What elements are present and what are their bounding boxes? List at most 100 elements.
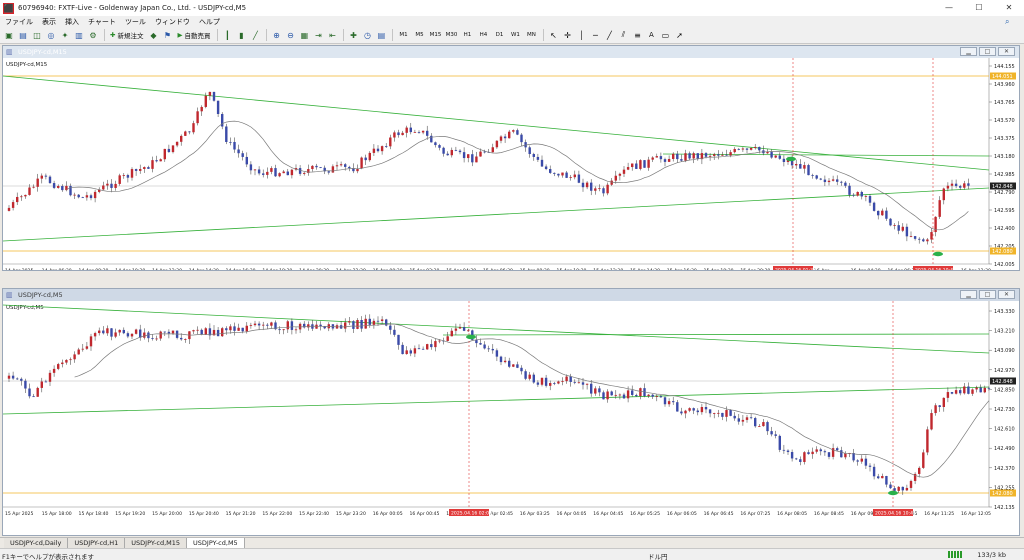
menu-insert[interactable]: 挿入 xyxy=(65,17,79,27)
time-tick-label: 15 Apr 18:00 xyxy=(42,511,72,517)
status-profile: ドル円 xyxy=(648,553,668,560)
chart-minimize-button[interactable]: ▁ xyxy=(960,47,977,56)
candle-body xyxy=(905,226,909,237)
candle-body xyxy=(749,147,753,150)
candle-body xyxy=(233,141,236,150)
timeframe-h1[interactable]: H1 xyxy=(460,29,474,42)
menu-tools[interactable]: ツール xyxy=(125,17,146,27)
profiles-icon[interactable]: ▤ xyxy=(17,29,29,42)
candle-body xyxy=(368,318,371,325)
close-button[interactable]: ✕ xyxy=(994,0,1024,16)
chart-minimize-button[interactable]: ▁ xyxy=(960,290,977,299)
tile-windows-icon[interactable]: ▦ xyxy=(298,29,310,42)
candle-body xyxy=(52,368,56,373)
line-chart-icon[interactable]: ╱ xyxy=(249,29,261,42)
timeframe-m1[interactable]: M1 xyxy=(396,29,410,42)
tab-usdjpy-h1[interactable]: USDJPY-cd,H1 xyxy=(68,538,126,548)
price-tick-label: 142.970 xyxy=(994,368,1015,374)
candle-body xyxy=(307,324,310,328)
horizontal-line-icon[interactable]: ─ xyxy=(589,29,601,42)
strategy-tester-icon[interactable]: ⚙ xyxy=(87,29,99,42)
equidistant-channel-icon[interactable]: ⫽ xyxy=(617,29,629,42)
menu-window[interactable]: ウィンドウ xyxy=(155,17,190,27)
periods-icon[interactable]: ◷ xyxy=(361,29,373,42)
timeframe-m15[interactable]: M15 xyxy=(428,29,442,42)
autoscroll-icon[interactable]: ⇥ xyxy=(312,29,324,42)
candle-body xyxy=(438,340,441,342)
chart-maximize-button[interactable]: □ xyxy=(979,290,996,299)
templates-icon[interactable]: ▤ xyxy=(375,29,387,42)
candle-body xyxy=(860,458,863,462)
menu-file[interactable]: ファイル xyxy=(5,17,33,27)
data-window-icon[interactable]: ◎ xyxy=(45,29,57,42)
terminal-icon[interactable]: ▥ xyxy=(73,29,85,42)
menu-view[interactable]: 表示 xyxy=(42,17,56,27)
navigator-icon[interactable]: ✦ xyxy=(59,29,71,42)
fibonacci-icon[interactable]: ≡ xyxy=(631,29,643,42)
search-icon[interactable]: ⌕ xyxy=(1005,17,1014,26)
zoom-in-icon[interactable]: ⊕ xyxy=(270,29,282,42)
candle-body xyxy=(434,341,437,348)
candle-body xyxy=(581,182,585,188)
menu-chart[interactable]: チャート xyxy=(88,17,116,27)
cursor-icon[interactable]: ↖ xyxy=(547,29,559,42)
new-order-button[interactable]: ✚ 新規注文 xyxy=(108,29,145,42)
candle-body xyxy=(655,156,658,158)
chart-window-titlebar[interactable]: ▥ USDJPY-cd,M15 ▁ □ ✕ xyxy=(3,46,1019,58)
indicators-icon[interactable]: ✚ xyxy=(347,29,359,42)
chart-window-m15[interactable]: ▥ USDJPY-cd,M15 ▁ □ ✕ USDJPY-cd,M15 144.1… xyxy=(2,45,1020,271)
candle-body xyxy=(118,175,121,184)
status-network: 133/3 kb xyxy=(977,551,1006,559)
label-tool-icon[interactable]: ▭ xyxy=(659,29,671,42)
candle-body xyxy=(106,183,109,186)
chart-close-button[interactable]: ✕ xyxy=(998,290,1015,299)
candle-body xyxy=(700,407,704,413)
tab-usdjpy-daily[interactable]: USDJPY-cd,Daily xyxy=(4,538,69,548)
candle-body xyxy=(639,160,642,169)
tab-usdjpy-m15[interactable]: USDJPY-cd,M15 xyxy=(125,538,188,548)
level-price-label: 144.051 xyxy=(992,74,1013,80)
timeframe-h4[interactable]: H4 xyxy=(476,29,490,42)
new-chart-icon[interactable]: ▣ xyxy=(3,29,15,42)
timeframe-m30[interactable]: M30 xyxy=(444,29,458,42)
minimize-button[interactable]: — xyxy=(934,0,964,16)
price-chart-m5[interactable]: USDJPY-cd,M5143.330143.210143.090142.970… xyxy=(3,301,1019,535)
candle-body xyxy=(483,151,486,153)
maximize-button[interactable]: ☐ xyxy=(964,0,994,16)
candle-body xyxy=(684,153,687,161)
price-chart-m15[interactable]: USDJPY-cd,M15 144.155 143.960 143.765 143.57… xyxy=(3,58,1019,270)
vertical-line-icon[interactable]: │ xyxy=(575,29,587,42)
candle-body xyxy=(540,377,544,385)
tab-usdjpy-m5[interactable]: USDJPY-cd,M5 xyxy=(187,538,245,548)
candle-body xyxy=(216,329,220,337)
candlestick-icon[interactable]: ▮ xyxy=(235,29,247,42)
chart-window-titlebar[interactable]: ▥ USDJPY-cd,M5 ▁ □ ✕ xyxy=(3,289,1019,301)
candle-body xyxy=(495,140,499,148)
bar-chart-icon[interactable]: ┃ xyxy=(221,29,233,42)
candle-body xyxy=(7,375,11,379)
menu-help[interactable]: ヘルプ xyxy=(199,17,220,27)
chart-maximize-button[interactable]: □ xyxy=(979,47,996,56)
market-watch-icon[interactable]: ◫ xyxy=(31,29,43,42)
zoom-out-icon[interactable]: ⊖ xyxy=(284,29,296,42)
signals-icon[interactable]: ⚑ xyxy=(161,29,173,42)
chart-shift-icon[interactable]: ⇤ xyxy=(326,29,338,42)
candle-body xyxy=(278,173,281,177)
chart-close-button[interactable]: ✕ xyxy=(998,47,1015,56)
candle-body xyxy=(155,160,158,162)
timeframe-w1[interactable]: W1 xyxy=(508,29,522,42)
chart-window-m5[interactable]: ▥ USDJPY-cd,M5 ▁ □ ✕ USDJPY-cd,M5 143.330… xyxy=(2,288,1020,536)
timeframe-m5[interactable]: M5 xyxy=(412,29,426,42)
metaeditor-icon[interactable]: ◆ xyxy=(147,29,159,42)
candle-body xyxy=(967,386,970,394)
crosshair-icon[interactable]: ✛ xyxy=(561,29,573,42)
candle-body xyxy=(663,397,667,405)
timeframe-d1[interactable]: D1 xyxy=(492,29,506,42)
auto-trading-button[interactable]: ▶ 自動売買 xyxy=(175,29,212,42)
arrows-icon[interactable]: ➚ xyxy=(673,29,685,42)
trendline-icon[interactable]: ╱ xyxy=(603,29,615,42)
candle-body xyxy=(380,146,384,152)
candle-body xyxy=(278,329,281,331)
timeframe-mn[interactable]: MN xyxy=(524,29,538,42)
text-tool-icon[interactable]: A xyxy=(645,29,657,42)
